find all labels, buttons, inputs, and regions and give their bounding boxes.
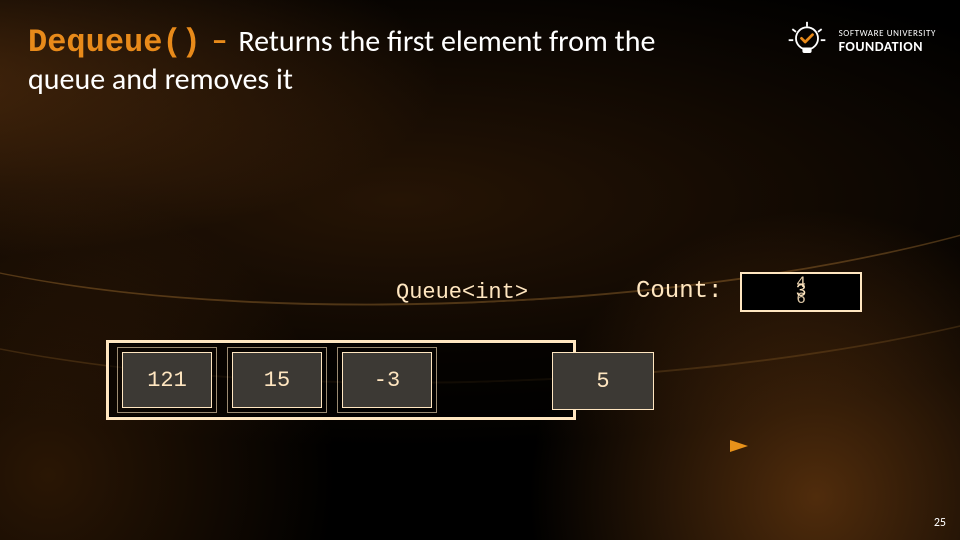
count-value-stack: 4 3 6: [791, 280, 811, 304]
queue-slot: 15: [227, 347, 327, 413]
queue-slot: 121: [117, 347, 217, 413]
slide-title-line2: queue and removes it: [28, 62, 928, 98]
lightbulb-icon: [785, 20, 829, 64]
brand-logo: SOFTWARE UNIVERSITY FOUNDATION: [785, 20, 936, 64]
brand-line2: FOUNDATION: [839, 39, 936, 55]
queue-type-label: Queue<int>: [396, 280, 528, 305]
dequeued-cell: 5: [552, 352, 654, 410]
queue-slot-empty: [447, 347, 547, 413]
queue-slot: -3: [337, 347, 437, 413]
queue-container: 121 15 -3: [106, 340, 576, 420]
queue-cell: -3: [342, 352, 432, 408]
title-keyword: Dequeue(): [28, 24, 201, 61]
queue-cell: 15: [232, 352, 322, 408]
queue-cell: 121: [122, 352, 212, 408]
count-value-bot: 6: [791, 290, 811, 308]
title-dash: –: [208, 21, 232, 60]
page-number: 25: [934, 516, 946, 530]
title-rest-1: Returns the first element from the: [238, 23, 655, 60]
count-value-box: 4 3 6: [740, 272, 862, 312]
brand-logo-text: SOFTWARE UNIVERSITY FOUNDATION: [839, 29, 936, 55]
direction-arrow-icon: [118, 438, 748, 454]
count-label: Count:: [636, 278, 722, 305]
